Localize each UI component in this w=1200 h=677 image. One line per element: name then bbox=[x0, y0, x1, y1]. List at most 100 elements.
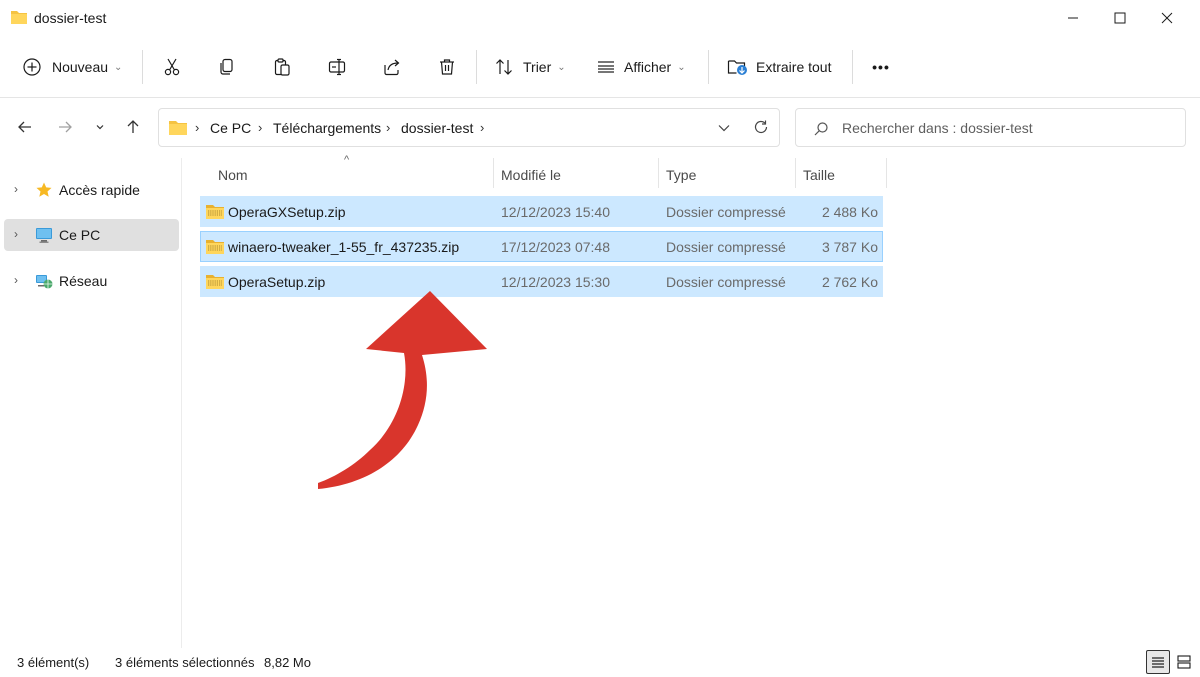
back-button[interactable] bbox=[11, 113, 39, 141]
cut-button[interactable] bbox=[157, 52, 187, 82]
plus-circle-icon bbox=[23, 58, 41, 76]
new-button[interactable]: Nouveau ⌄ bbox=[22, 50, 122, 84]
copy-icon bbox=[220, 58, 233, 75]
view-lines-icon bbox=[598, 61, 614, 73]
breadcrumb-separator: › bbox=[480, 120, 485, 135]
file-row[interactable]: winaero-tweaker_1-55_fr_437235.zip 17/12… bbox=[200, 231, 883, 262]
sort-button[interactable]: Trier ⌄ bbox=[494, 50, 566, 84]
maximize-button[interactable] bbox=[1097, 0, 1143, 36]
extract-all-button[interactable]: Extraire tout bbox=[727, 50, 831, 84]
minimize-icon bbox=[1068, 17, 1078, 19]
file-modified: 12/12/2023 15:30 bbox=[501, 274, 610, 290]
recent-locations-button[interactable] bbox=[86, 113, 114, 141]
file-type: Dossier compressé bbox=[666, 274, 786, 290]
column-header-label: Type bbox=[666, 167, 697, 183]
more-icon: ••• bbox=[872, 59, 890, 75]
column-header-label: Modifié le bbox=[501, 167, 561, 183]
chevron-down-icon[interactable] bbox=[718, 123, 730, 133]
forward-button[interactable] bbox=[51, 113, 79, 141]
sidebar-item-ce-pc[interactable]: › Ce PC bbox=[4, 219, 179, 251]
chevron-right-icon[interactable]: › bbox=[14, 227, 18, 241]
window-title: dossier-test bbox=[34, 10, 107, 26]
breadcrumb-dossier-test[interactable]: dossier-test bbox=[401, 120, 473, 136]
file-row[interactable]: OperaGXSetup.zip 12/12/2023 15:40 Dossie… bbox=[200, 196, 883, 227]
selection-count: 3 éléments sélectionnés bbox=[115, 655, 255, 670]
breadcrumb-ce-pc[interactable]: Ce PC bbox=[210, 120, 251, 136]
search-icon bbox=[814, 122, 828, 136]
chevron-down-icon: ⌄ bbox=[114, 61, 123, 73]
breadcrumb-separator: › bbox=[386, 120, 391, 135]
rename-button[interactable] bbox=[322, 52, 352, 82]
up-button[interactable] bbox=[119, 113, 147, 141]
more-options-button[interactable]: ••• bbox=[866, 52, 896, 82]
toolbar-divider bbox=[476, 50, 477, 84]
close-icon bbox=[1161, 12, 1173, 24]
arrow-up-icon bbox=[127, 120, 139, 133]
file-size: 2 762 Ko bbox=[821, 274, 878, 290]
details-view-icon bbox=[1152, 657, 1164, 668]
tiles-view-icon bbox=[1177, 655, 1191, 669]
arrow-right-icon bbox=[59, 121, 72, 133]
delete-button[interactable] bbox=[432, 52, 462, 82]
zip-folder-icon bbox=[206, 205, 224, 219]
toolbar-divider bbox=[708, 50, 709, 84]
file-name: OperaGXSetup.zip bbox=[228, 204, 346, 220]
address-bar[interactable]: › Ce PC › Téléchargements › dossier-test… bbox=[158, 108, 780, 147]
tiles-view-button[interactable] bbox=[1172, 650, 1196, 674]
column-header-type[interactable]: Type bbox=[659, 158, 795, 188]
red-arrow-annotation bbox=[318, 291, 487, 489]
extract-icon bbox=[727, 60, 747, 75]
chevron-right-icon[interactable]: › bbox=[14, 273, 18, 287]
sidebar-item-label: Réseau bbox=[59, 273, 108, 289]
sort-icon bbox=[496, 59, 512, 75]
chevron-right-icon[interactable]: › bbox=[14, 182, 18, 196]
toolbar-divider bbox=[142, 50, 143, 84]
search-box[interactable]: Rechercher dans : dossier-test bbox=[795, 108, 1186, 147]
sidebar-item-quick-access[interactable]: › Accès rapide bbox=[4, 174, 179, 206]
view-button[interactable]: Afficher ⌄ bbox=[596, 50, 686, 84]
sidebar-item-label: Ce PC bbox=[59, 227, 101, 243]
file-size: 3 787 Ko bbox=[821, 239, 878, 255]
zip-folder-icon bbox=[206, 275, 224, 289]
share-icon bbox=[384, 59, 400, 76]
search-input[interactable]: Rechercher dans : dossier-test bbox=[842, 120, 1033, 136]
breadcrumb-separator: › bbox=[258, 120, 263, 135]
refresh-icon[interactable] bbox=[753, 119, 769, 135]
minimize-button[interactable] bbox=[1050, 0, 1096, 36]
sidebar-item-network[interactable]: › Réseau bbox=[4, 265, 179, 297]
details-view-button[interactable] bbox=[1146, 650, 1170, 674]
paste-button[interactable] bbox=[267, 52, 297, 82]
column-header-size[interactable]: Taille bbox=[796, 158, 886, 188]
share-button[interactable] bbox=[377, 52, 407, 82]
folder-icon bbox=[11, 11, 27, 24]
breadcrumb-separator: › bbox=[195, 120, 200, 135]
status-bar: 3 élément(s) 3 éléments sélectionnés 8,8… bbox=[0, 648, 1200, 677]
chevron-down-icon: ⌄ bbox=[677, 61, 686, 73]
breadcrumb-telechargements[interactable]: Téléchargements bbox=[273, 120, 381, 136]
file-size: 2 488 Ko bbox=[821, 204, 878, 220]
monitor-icon bbox=[36, 228, 52, 243]
command-bar: Nouveau ⌄ Trier ⌄ Afficher ⌄ Extraire to… bbox=[0, 36, 1200, 98]
column-header-label: Taille bbox=[803, 167, 835, 183]
selection-size: 8,82 Mo bbox=[264, 655, 311, 670]
chevron-down-icon bbox=[96, 125, 104, 130]
rename-icon bbox=[328, 58, 346, 76]
file-type: Dossier compressé bbox=[666, 239, 786, 255]
item-count: 3 élément(s) bbox=[17, 655, 90, 670]
close-button[interactable] bbox=[1144, 0, 1190, 36]
toolbar-divider bbox=[852, 50, 853, 84]
column-header-modified[interactable]: Modifié le bbox=[494, 158, 658, 188]
trash-icon bbox=[440, 59, 454, 75]
file-type: Dossier compressé bbox=[666, 204, 786, 220]
file-modified: 12/12/2023 15:40 bbox=[501, 204, 610, 220]
column-header-name[interactable]: Nom bbox=[210, 158, 494, 188]
navigation-pane: › Accès rapide › Ce PC › Réseau bbox=[0, 158, 182, 648]
zip-folder-icon bbox=[206, 240, 224, 254]
copy-button[interactable] bbox=[212, 52, 242, 82]
file-name: winaero-tweaker_1-55_fr_437235.zip bbox=[228, 239, 460, 255]
view-label: Afficher bbox=[624, 59, 672, 75]
column-header-label: Nom bbox=[218, 167, 248, 183]
arrow-left-icon bbox=[18, 121, 31, 133]
new-label: Nouveau bbox=[52, 59, 109, 75]
column-divider[interactable] bbox=[886, 158, 887, 188]
